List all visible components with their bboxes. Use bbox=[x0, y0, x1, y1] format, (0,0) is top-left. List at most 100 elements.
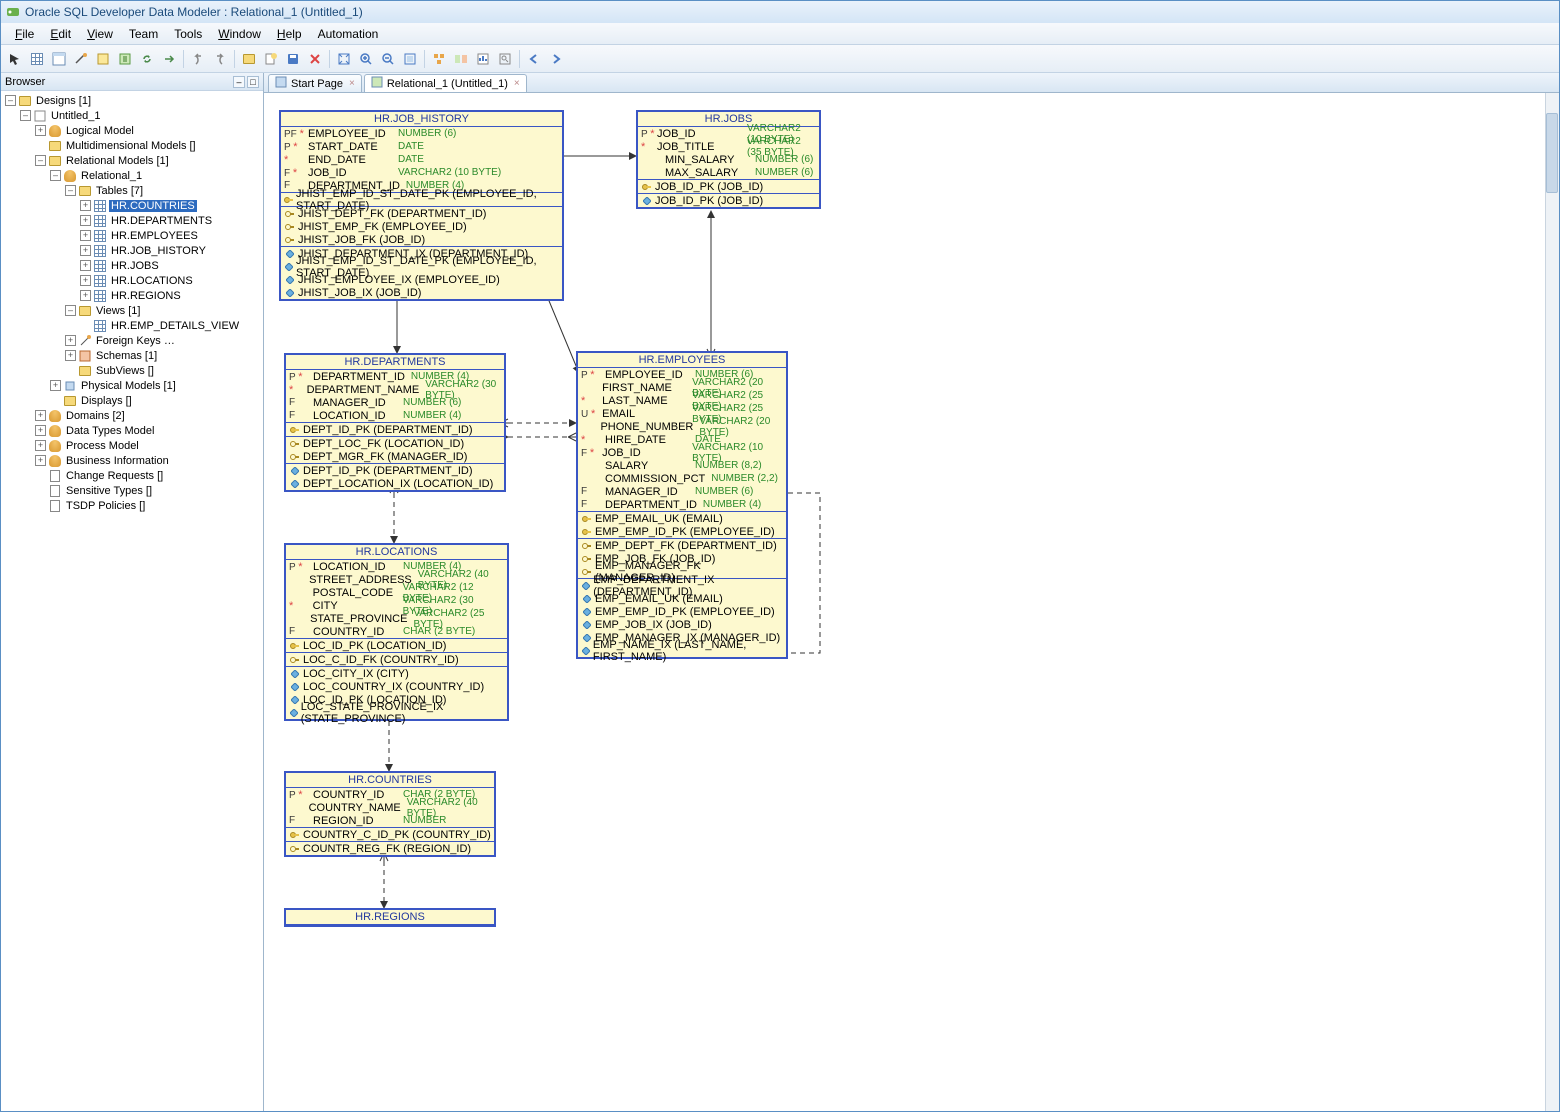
tree-untitled-1[interactable]: –Untitled_1 bbox=[1, 108, 263, 123]
menu-file[interactable]: File bbox=[7, 25, 42, 43]
tree-hr-locations[interactable]: +HR.LOCATIONS bbox=[1, 273, 263, 288]
fk-icon bbox=[581, 541, 593, 551]
tree-physical-models-1-[interactable]: +Physical Models [1] bbox=[1, 378, 263, 393]
tab-start-page[interactable]: Start Page× bbox=[268, 74, 362, 92]
expander-icon[interactable]: – bbox=[65, 185, 76, 196]
expander-icon[interactable]: + bbox=[80, 275, 91, 286]
maximize-pane-icon[interactable]: □ bbox=[247, 76, 259, 88]
scroll-thumb[interactable] bbox=[1546, 113, 1558, 193]
expander-icon[interactable]: – bbox=[50, 170, 61, 181]
tree-sensitive-types-[interactable]: Sensitive Types [] bbox=[1, 483, 263, 498]
tree-tables-7-[interactable]: –Tables [7] bbox=[1, 183, 263, 198]
expander-icon[interactable]: + bbox=[35, 425, 46, 436]
expander-icon[interactable]: + bbox=[80, 215, 91, 226]
tree-multidimensional-models-[interactable]: Multidimensional Models [] bbox=[1, 138, 263, 153]
delete-icon[interactable] bbox=[305, 49, 325, 69]
expander-icon[interactable]: + bbox=[80, 260, 91, 271]
expander-icon[interactable]: – bbox=[20, 110, 31, 121]
tree-change-requests-[interactable]: Change Requests [] bbox=[1, 468, 263, 483]
new-fk-icon[interactable] bbox=[71, 49, 91, 69]
tree-relational-models-1-[interactable]: –Relational Models [1] bbox=[1, 153, 263, 168]
zoom-out-icon[interactable] bbox=[378, 49, 398, 69]
save-icon[interactable] bbox=[283, 49, 303, 69]
menu-edit[interactable]: Edit bbox=[42, 25, 79, 43]
expander-icon[interactable]: + bbox=[80, 290, 91, 301]
tree-hr-countries[interactable]: +HR.COUNTRIES bbox=[1, 198, 263, 213]
entity-employees[interactable]: HR.EMPLOYEESP *EMPLOYEE_IDNUMBER (6)FIRS… bbox=[576, 351, 788, 659]
entity-countries[interactable]: HR.COUNTRIESP *COUNTRY_IDCHAR (2 BYTE)CO… bbox=[284, 771, 496, 857]
arrow-right-icon[interactable] bbox=[159, 49, 179, 69]
browser-tree[interactable]: –Designs [1]–Untitled_1+Logical ModelMul… bbox=[1, 91, 263, 1111]
sync-icon[interactable] bbox=[137, 49, 157, 69]
menu-window[interactable]: Window bbox=[210, 25, 269, 43]
tree-foreign-keys-[interactable]: +Foreign Keys … bbox=[1, 333, 263, 348]
vertical-scrollbar[interactable] bbox=[1545, 93, 1559, 1111]
menu-automation[interactable]: Automation bbox=[310, 25, 387, 43]
minimize-pane-icon[interactable]: – bbox=[233, 76, 245, 88]
expander-icon[interactable]: + bbox=[50, 380, 61, 391]
expander-icon[interactable]: + bbox=[80, 245, 91, 256]
redo-icon[interactable] bbox=[210, 49, 230, 69]
expander-icon[interactable]: + bbox=[65, 350, 76, 361]
entity-job_history[interactable]: HR.JOB_HISTORYPF *EMPLOYEE_IDNUMBER (6)P… bbox=[279, 110, 564, 301]
tree-displays-[interactable]: Displays [] bbox=[1, 393, 263, 408]
new-view-icon[interactable] bbox=[49, 49, 69, 69]
expander-icon[interactable]: + bbox=[65, 335, 76, 346]
entity-departments[interactable]: HR.DEPARTMENTSP *DEPARTMENT_IDNUMBER (4)… bbox=[284, 353, 506, 492]
forward-icon[interactable] bbox=[546, 49, 566, 69]
zoom-in-icon[interactable] bbox=[356, 49, 376, 69]
menu-tools[interactable]: Tools bbox=[166, 25, 210, 43]
new-table-icon[interactable] bbox=[27, 49, 47, 69]
tree-designs-1-[interactable]: –Designs [1] bbox=[1, 93, 263, 108]
tree-business-information[interactable]: +Business Information bbox=[1, 453, 263, 468]
expander-icon[interactable]: + bbox=[80, 200, 91, 211]
tree-hr-emp-details-view[interactable]: HR.EMP_DETAILS_VIEW bbox=[1, 318, 263, 333]
close-tab-icon[interactable]: × bbox=[349, 78, 355, 89]
expander-icon[interactable]: – bbox=[65, 305, 76, 316]
menu-view[interactable]: View bbox=[79, 25, 121, 43]
compare-icon[interactable] bbox=[451, 49, 471, 69]
tree-subviews-[interactable]: SubViews [] bbox=[1, 363, 263, 378]
back-icon[interactable] bbox=[524, 49, 544, 69]
entity-jobs[interactable]: HR.JOBSP *JOB_IDVARCHAR2 (10 BYTE) *JOB_… bbox=[636, 110, 821, 209]
menu-team[interactable]: Team bbox=[121, 25, 166, 43]
expander-icon[interactable]: + bbox=[35, 440, 46, 451]
search-icon[interactable] bbox=[495, 49, 515, 69]
tree-hr-departments[interactable]: +HR.DEPARTMENTS bbox=[1, 213, 263, 228]
fit-window-icon[interactable] bbox=[400, 49, 420, 69]
tree-schemas-1-[interactable]: +Schemas [1] bbox=[1, 348, 263, 363]
generate-ddl-icon[interactable] bbox=[115, 49, 135, 69]
expander-icon[interactable]: – bbox=[35, 155, 46, 166]
open-icon[interactable] bbox=[239, 49, 259, 69]
tree-process-model[interactable]: +Process Model bbox=[1, 438, 263, 453]
idx-icon bbox=[284, 263, 294, 271]
zoom-fit-icon[interactable] bbox=[334, 49, 354, 69]
close-tab-icon[interactable]: × bbox=[514, 78, 520, 89]
diagram-area[interactable]: HR.JOB_HISTORYPF *EMPLOYEE_IDNUMBER (6)P… bbox=[264, 93, 1559, 1111]
reports-icon[interactable] bbox=[473, 49, 493, 69]
tree-hr-job-history[interactable]: +HR.JOB_HISTORY bbox=[1, 243, 263, 258]
expander-icon[interactable]: – bbox=[5, 95, 16, 106]
tree-hr-jobs[interactable]: +HR.JOBS bbox=[1, 258, 263, 273]
tree-views-1-[interactable]: –Views [1] bbox=[1, 303, 263, 318]
expander-icon[interactable]: + bbox=[35, 455, 46, 466]
undo-icon[interactable] bbox=[188, 49, 208, 69]
tree-hr-employees[interactable]: +HR.EMPLOYEES bbox=[1, 228, 263, 243]
tree-relational-1[interactable]: –Relational_1 bbox=[1, 168, 263, 183]
entity-locations[interactable]: HR.LOCATIONSP *LOCATION_IDNUMBER (4)STRE… bbox=[284, 543, 509, 721]
menu-help[interactable]: Help bbox=[269, 25, 310, 43]
tab-relational-1-untitled-1-[interactable]: Relational_1 (Untitled_1)× bbox=[364, 74, 527, 92]
expander-icon[interactable]: + bbox=[80, 230, 91, 241]
tree-domains-2-[interactable]: +Domains [2] bbox=[1, 408, 263, 423]
tree-hr-regions[interactable]: +HR.REGIONS bbox=[1, 288, 263, 303]
pointer-icon[interactable] bbox=[5, 49, 25, 69]
expander-icon[interactable]: + bbox=[35, 125, 46, 136]
tree-tsdp-policies-[interactable]: TSDP Policies [] bbox=[1, 498, 263, 513]
expander-icon[interactable]: + bbox=[35, 410, 46, 421]
tree-logical-model[interactable]: +Logical Model bbox=[1, 123, 263, 138]
new-icon[interactable] bbox=[261, 49, 281, 69]
new-note-icon[interactable] bbox=[93, 49, 113, 69]
entity-regions[interactable]: HR.REGIONS bbox=[284, 908, 496, 927]
tree-data-types-model[interactable]: +Data Types Model bbox=[1, 423, 263, 438]
auto-layout-icon[interactable] bbox=[429, 49, 449, 69]
